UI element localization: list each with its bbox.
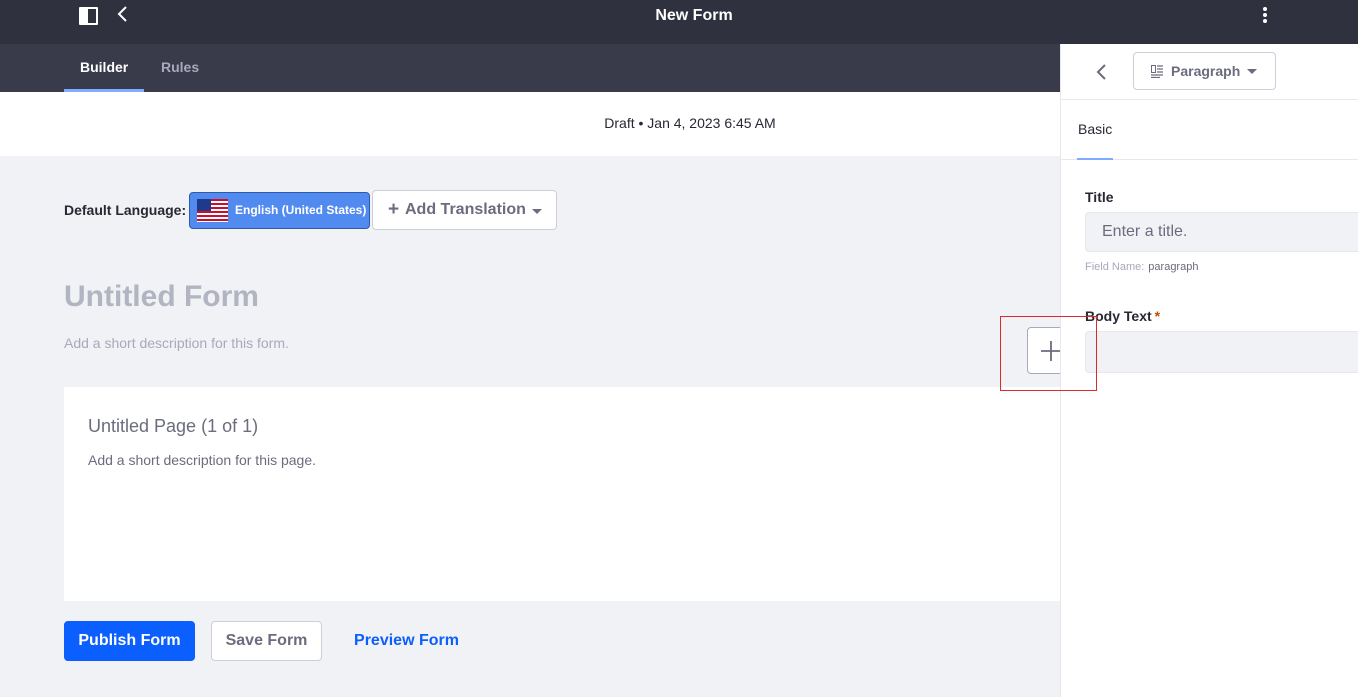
form-title-input[interactable]: Untitled Form (64, 280, 259, 314)
save-form-button[interactable]: Save Form (211, 621, 322, 661)
language-label: English (United States) (235, 203, 367, 217)
page-description-input[interactable]: Add a short description for this page. (88, 452, 316, 468)
panel-header: Paragraph (1061, 44, 1358, 100)
required-mark: * (1154, 308, 1161, 324)
form-description-input[interactable]: Add a short description for this form. (64, 335, 289, 351)
body-text-field[interactable] (1085, 331, 1358, 373)
language-button[interactable]: English (United States) (189, 192, 370, 229)
field-settings-panel: Paragraph Basic Title Field Name:paragra… (1060, 44, 1358, 697)
plus-icon: + (388, 199, 400, 220)
page-title: New Form (655, 7, 733, 24)
top-bar: New Form (0, 0, 1358, 44)
tab-basic[interactable]: Basic (1077, 100, 1114, 160)
title-field[interactable] (1085, 212, 1358, 252)
back-arrow-icon[interactable] (1094, 60, 1110, 84)
status-bar: Draft • Jan 4, 2023 6:45 AM (0, 92, 1060, 156)
caret-down-icon (532, 209, 542, 214)
add-translation-button[interactable]: + Add Translation (372, 190, 557, 230)
tabs-bar: Builder Rules (0, 44, 1060, 92)
us-flag-icon (197, 199, 228, 222)
kebab-menu-icon[interactable] (1258, 5, 1272, 27)
field-type-label: Paragraph (1171, 63, 1241, 79)
form-page: Untitled Page (1 of 1) Add a short descr… (64, 387, 1060, 601)
page-title-input[interactable]: Untitled Page (1 of 1) (88, 416, 258, 437)
highlight-box (1000, 316, 1097, 391)
caret-down-icon (1247, 69, 1257, 74)
default-language-label: Default Language: (64, 202, 187, 218)
tab-builder[interactable]: Builder (64, 44, 145, 92)
panel-tabs: Basic (1061, 100, 1358, 160)
title-label: Title (1085, 189, 1114, 205)
field-name: Field Name: paragraph (1085, 261, 1198, 273)
paragraph-icon (1151, 65, 1163, 78)
preview-form-button[interactable]: Preview Form (338, 621, 475, 661)
add-translation-label: Add Translation (405, 201, 526, 218)
field-name-label: Field Name: (1085, 261, 1145, 273)
publish-form-button[interactable]: Publish Form (64, 621, 195, 661)
tab-rules[interactable]: Rules (145, 44, 215, 92)
field-type-dropdown[interactable]: Paragraph (1133, 52, 1276, 90)
field-name-value: paragraph (1148, 261, 1199, 273)
